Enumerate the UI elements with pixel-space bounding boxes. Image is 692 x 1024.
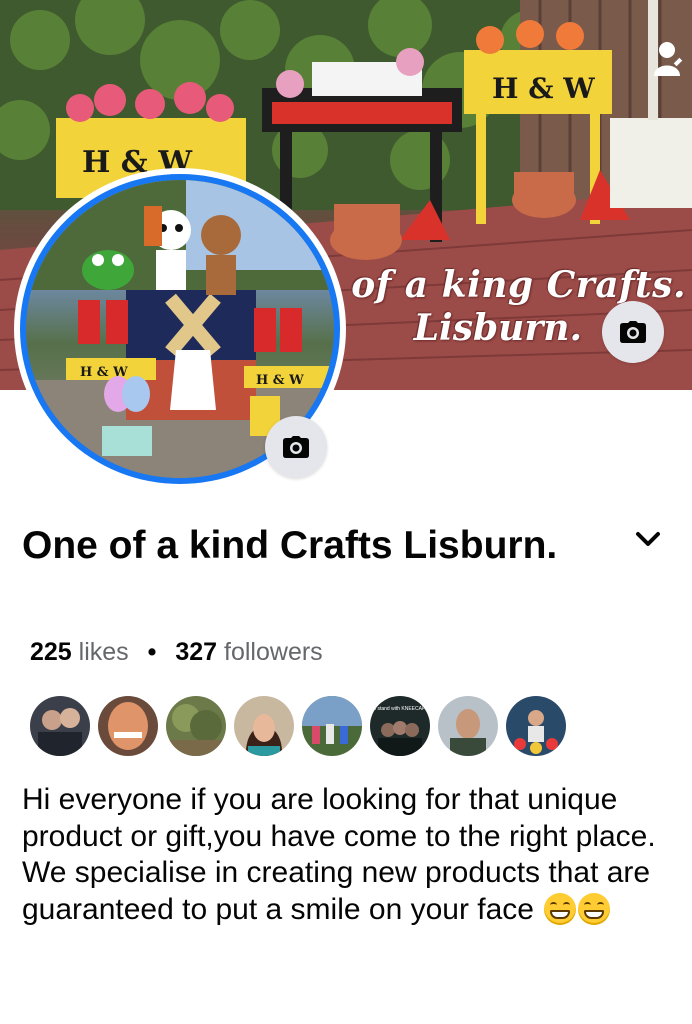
cover-photo-camera-button[interactable] [602, 301, 664, 363]
profile-photo-camera-button[interactable] [265, 416, 327, 478]
camera-icon [283, 436, 309, 458]
avatar[interactable] [234, 696, 294, 756]
page-description: Hi everyone if you are looking for that … [22, 782, 682, 928]
avatar[interactable] [166, 696, 226, 756]
bio-line-1: Hi everyone if you are looking for that … [22, 783, 656, 853]
avatar[interactable]: I stand with KNEECAP [370, 696, 430, 756]
followers-count[interactable]: 327 [175, 638, 217, 666]
avatar[interactable] [438, 696, 498, 756]
facebook-page-profile: H & W H & W One of a king Crafts. Lisbur… [0, 0, 692, 1024]
avatar[interactable] [30, 696, 90, 756]
avatar[interactable] [302, 696, 362, 756]
grinning-face-icon [544, 892, 577, 925]
page-stats: 225 likes • 327 followers [30, 638, 323, 667]
chevron-down-icon [636, 532, 660, 546]
grinning-face-icon [578, 892, 611, 925]
camera-icon [620, 321, 646, 343]
avatar[interactable] [98, 696, 158, 756]
likes-label[interactable]: likes [79, 638, 129, 666]
bio-line-2: We specialise in creating new products t… [22, 855, 682, 928]
cover-right-sign: H & W [492, 72, 595, 105]
page-title: One of a kind Crafts Lisburn. [22, 524, 558, 567]
stats-separator: • [147, 638, 157, 666]
likes-count[interactable]: 225 [30, 638, 72, 666]
avatar[interactable] [506, 696, 566, 756]
profile-right-sign: H & W [256, 373, 304, 388]
avatar-badge-text: I stand with KNEECAP [375, 706, 426, 712]
followers-preview: I stand with KNEECAP [30, 696, 566, 756]
page-menu-button[interactable] [628, 525, 668, 560]
followers-label[interactable]: followers [224, 638, 323, 666]
